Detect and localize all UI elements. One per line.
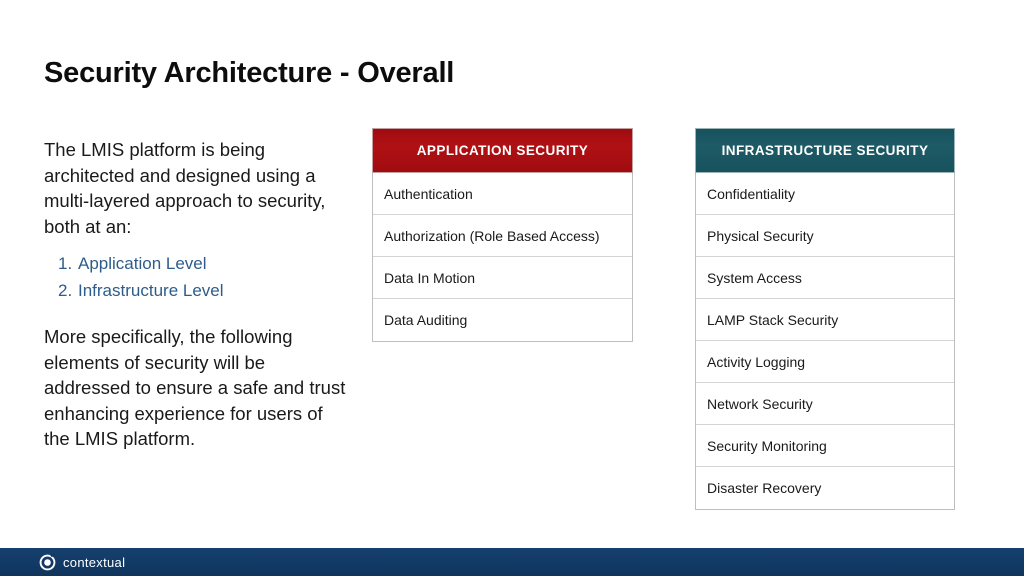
table-row: Security Monitoring <box>696 425 954 467</box>
application-security-rows: Authentication Authorization (Role Based… <box>372 173 633 342</box>
table-row: System Access <box>696 257 954 299</box>
application-security-header: APPLICATION SECURITY <box>372 128 633 173</box>
brand-logo: contextual <box>39 551 126 571</box>
slide-canvas: Security Architecture - Overall The LMIS… <box>0 0 1024 576</box>
footer-bar: contextual <box>0 548 1024 576</box>
brand-name: contextual <box>63 554 126 570</box>
list-item: 1. Application Level <box>44 250 349 277</box>
infrastructure-security-rows: Confidentiality Physical Security System… <box>695 173 955 510</box>
infrastructure-security-table: INFRASTRUCTURE SECURITY Confidentiality … <box>695 128 955 510</box>
intro-paragraph: The LMIS platform is being architected a… <box>44 139 326 237</box>
table-row: Network Security <box>696 383 954 425</box>
list-item-marker: 1. <box>58 254 73 273</box>
infrastructure-security-header: INFRASTRUCTURE SECURITY <box>695 128 955 173</box>
target-circle-icon <box>39 551 56 571</box>
page-title: Security Architecture - Overall <box>44 57 455 89</box>
list-item-marker: 2. <box>58 281 73 300</box>
application-security-table: APPLICATION SECURITY Authentication Auth… <box>372 128 633 342</box>
list-item: 2. Infrastructure Level <box>44 277 349 304</box>
list-item-label: Infrastructure Level <box>78 281 224 300</box>
table-row: Data Auditing <box>373 299 632 341</box>
table-row: Authentication <box>373 173 632 215</box>
security-level-list: 1. Application Level 2. Infrastructure L… <box>44 250 349 304</box>
detail-paragraph: More specifically, the following element… <box>44 326 346 449</box>
table-row: Authorization (Role Based Access) <box>373 215 632 257</box>
table-row: Disaster Recovery <box>696 467 954 509</box>
table-row: Activity Logging <box>696 341 954 383</box>
table-row: LAMP Stack Security <box>696 299 954 341</box>
table-row: Confidentiality <box>696 173 954 215</box>
left-text-column: The LMIS platform is being architected a… <box>44 137 349 452</box>
table-row: Data In Motion <box>373 257 632 299</box>
list-item-label: Application Level <box>78 254 207 273</box>
table-row: Physical Security <box>696 215 954 257</box>
